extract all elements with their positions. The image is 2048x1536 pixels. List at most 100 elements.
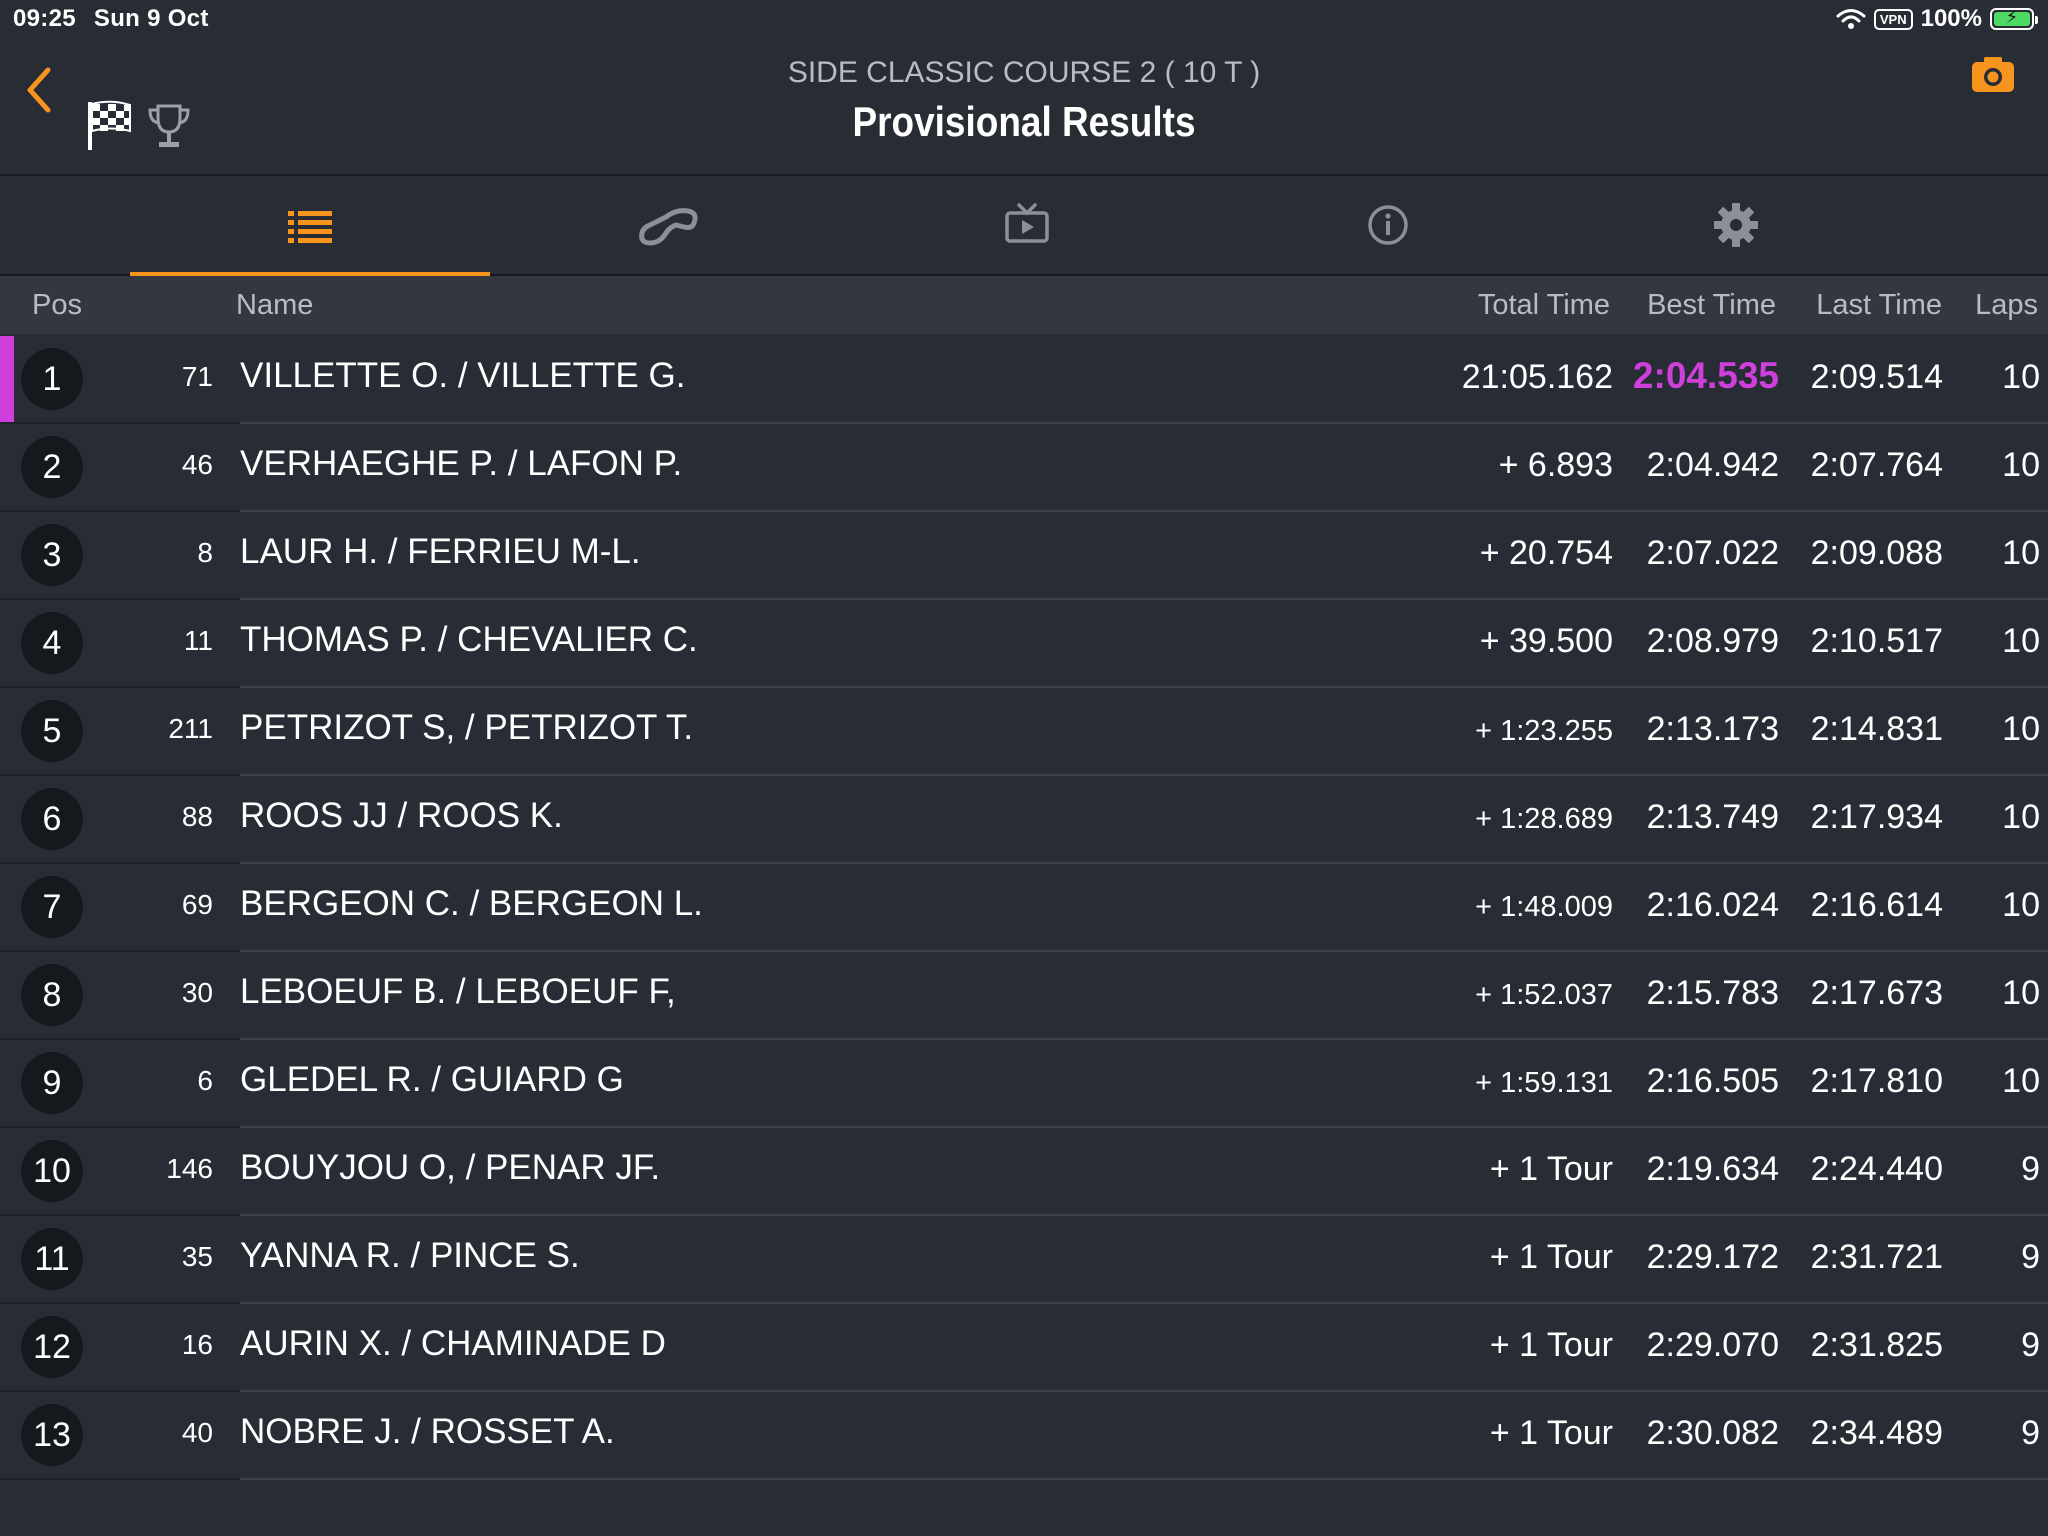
driver-name: THOMAS P. / CHEVALIER C. [240, 620, 698, 659]
total-time: + 1 Tour [1489, 1238, 1613, 1276]
table-row[interactable]: 8 30 LEBOEUF B. / LEBOEUF F, + 1:52.037 2:15… [0, 952, 2048, 1040]
position-badge: 5 [21, 700, 83, 762]
laps-count: 10 [2002, 622, 2040, 660]
laps-count: 10 [2002, 1062, 2040, 1100]
position-badge: 13 [21, 1404, 83, 1466]
driver-number: 16 [181, 1329, 213, 1360]
laps-count: 9 [2021, 1238, 2040, 1276]
total-time: + 1:28.689 [1475, 803, 1613, 835]
driver-name: LEBOEUF B. / LEBOEUF F, [240, 972, 676, 1011]
battery-percent: 100% [1920, 5, 1982, 32]
table-row[interactable]: 5 211 PETRIZOT S, / PETRIZOT T. + 1:23.255 2… [0, 688, 2048, 776]
driver-name: YANNA R. / PINCE S. [240, 1236, 580, 1275]
table-row[interactable]: 9 6 GLEDEL R. / GUIARD G + 1:59.131 2:16.505… [0, 1040, 2048, 1128]
driver-name: AURIN X. / CHAMINADE D [240, 1324, 666, 1363]
vpn-badge: VPN [1873, 8, 1913, 30]
status-bar: 09:25 Sun 9 Oct VPN 100% ⚡ [0, 0, 2048, 40]
gear-icon [1714, 203, 1758, 247]
laps-count: 9 [2021, 1150, 2040, 1188]
tab-settings[interactable] [1556, 176, 1916, 274]
tab-live-video[interactable] [848, 176, 1208, 274]
tv-play-icon [1005, 203, 1049, 243]
last-time: 2:31.825 [1810, 1326, 1943, 1364]
last-time: 2:14.831 [1810, 710, 1943, 748]
tab-info[interactable] [1208, 176, 1568, 274]
total-time: + 39.500 [1479, 622, 1613, 660]
table-row[interactable]: 4 11 THOMAS P. / CHEVALIER C. + 39.500 2:08.… [0, 600, 2048, 688]
table-row[interactable]: 12 16 AURIN X. / CHAMINADE D + 1 Tour 2:29.0… [0, 1304, 2048, 1392]
wifi-icon [1836, 9, 1866, 29]
page-title: Provisional Results [852, 98, 1196, 145]
results-table-header: Pos Name Total Time Best Time Last Time … [0, 276, 2048, 334]
driver-name: BOUYJOU O, / PENAR JF. [240, 1148, 661, 1187]
last-time: 2:17.934 [1810, 798, 1943, 836]
last-time: 2:31.721 [1810, 1238, 1943, 1276]
driver-number: 35 [181, 1241, 213, 1272]
list-icon [288, 211, 332, 243]
driver-number: 69 [181, 889, 213, 920]
column-header-last-time[interactable]: Last Time [1816, 289, 1942, 322]
best-time: 2:08.979 [1646, 622, 1779, 660]
last-time: 2:17.673 [1810, 974, 1943, 1012]
best-time: 2:07.022 [1646, 534, 1779, 572]
total-time: + 1:59.131 [1475, 1067, 1613, 1099]
driver-number: 211 [168, 713, 213, 744]
total-time: + 1 Tour [1489, 1326, 1613, 1364]
table-row[interactable]: 7 69 BERGEON C. / BERGEON L. + 1:48.009 2:16… [0, 864, 2048, 952]
laps-count: 10 [2002, 886, 2040, 924]
tab-track-map[interactable] [488, 176, 848, 274]
header: SIDE CLASSIC COURSE 2 ( 10 T ) Provision… [0, 40, 2048, 176]
table-row[interactable]: 13 40 NOBRE J. / ROSSET A. + 1 Tour 2:30.082… [0, 1392, 2048, 1480]
total-time: + 1:48.009 [1475, 891, 1613, 923]
column-header-name[interactable]: Name [236, 289, 313, 322]
driver-name: NOBRE J. / ROSSET A. [240, 1412, 615, 1451]
tab-results-list[interactable] [130, 176, 490, 276]
table-row[interactable]: 1 71 VILLETTE O. / VILLETTE G. 21:05.162 2:0… [0, 336, 2048, 424]
driver-number: 30 [181, 977, 213, 1008]
position-badge: 8 [21, 964, 83, 1026]
laps-count: 10 [2002, 358, 2040, 396]
driver-name: BERGEON C. / BERGEON L. [240, 884, 703, 923]
laps-count: 10 [2002, 974, 2040, 1012]
best-time: 2:04.535 [1632, 355, 1779, 396]
driver-number: 46 [181, 449, 213, 480]
best-time: 2:04.942 [1646, 446, 1779, 484]
last-time: 2:10.517 [1810, 622, 1943, 660]
table-row[interactable]: 2 46 VERHAEGHE P. / LAFON P. + 6.893 2:04.94… [0, 424, 2048, 512]
best-time: 2:13.173 [1646, 710, 1779, 748]
table-row[interactable]: 3 8 LAUR H. / FERRIEU M-L. + 20.754 2:07.022… [0, 512, 2048, 600]
table-row[interactable]: 11 35 YANNA R. / PINCE S. + 1 Tour 2:29.172 2… [0, 1216, 2048, 1304]
status-right: VPN 100% ⚡ [1836, 5, 2038, 33]
status-date: Sun 9 Oct [93, 5, 209, 32]
info-icon [1368, 205, 1408, 245]
last-time: 2:17.810 [1810, 1062, 1943, 1100]
battery-icon: ⚡ [1990, 7, 2038, 30]
last-time: 2:09.514 [1810, 358, 1943, 396]
driver-name: PETRIZOT S, / PETRIZOT T. [240, 708, 694, 747]
laps-count: 10 [2002, 446, 2040, 484]
driver-number: 40 [181, 1417, 213, 1448]
last-time: 2:24.440 [1810, 1150, 1943, 1188]
column-header-best-time[interactable]: Best Time [1647, 289, 1776, 322]
laps-count: 9 [2021, 1414, 2040, 1452]
race-subtitle: SIDE CLASSIC COURSE 2 ( 10 T ) [787, 56, 1261, 89]
column-header-pos[interactable]: Pos [32, 289, 82, 322]
driver-number: 71 [181, 361, 213, 392]
position-badge: 3 [21, 524, 83, 586]
column-header-laps[interactable]: Laps [1975, 289, 2038, 322]
status-time: 09:25 [13, 5, 76, 32]
position-badge: 6 [21, 788, 83, 850]
position-badge: 2 [21, 436, 83, 498]
table-row[interactable]: 10 146 BOUYJOU O, / PENAR JF. + 1 Tour 2:19.… [0, 1128, 2048, 1216]
driver-name: VERHAEGHE P. / LAFON P. [240, 444, 683, 483]
position-badge: 1 [21, 348, 83, 410]
last-time: 2:16.614 [1810, 886, 1943, 924]
table-row[interactable]: 6 88 ROOS JJ / ROOS K. + 1:28.689 2:13.749 2:… [0, 776, 2048, 864]
column-header-total-time[interactable]: Total Time [1478, 289, 1610, 322]
best-time: 2:13.749 [1646, 798, 1779, 836]
total-time: + 1 Tour [1489, 1414, 1613, 1452]
total-time: + 1:23.255 [1475, 715, 1613, 747]
position-badge: 11 [21, 1228, 83, 1290]
driver-name: VILLETTE O. / VILLETTE G. [240, 356, 686, 395]
camera-icon[interactable] [1970, 54, 2016, 94]
